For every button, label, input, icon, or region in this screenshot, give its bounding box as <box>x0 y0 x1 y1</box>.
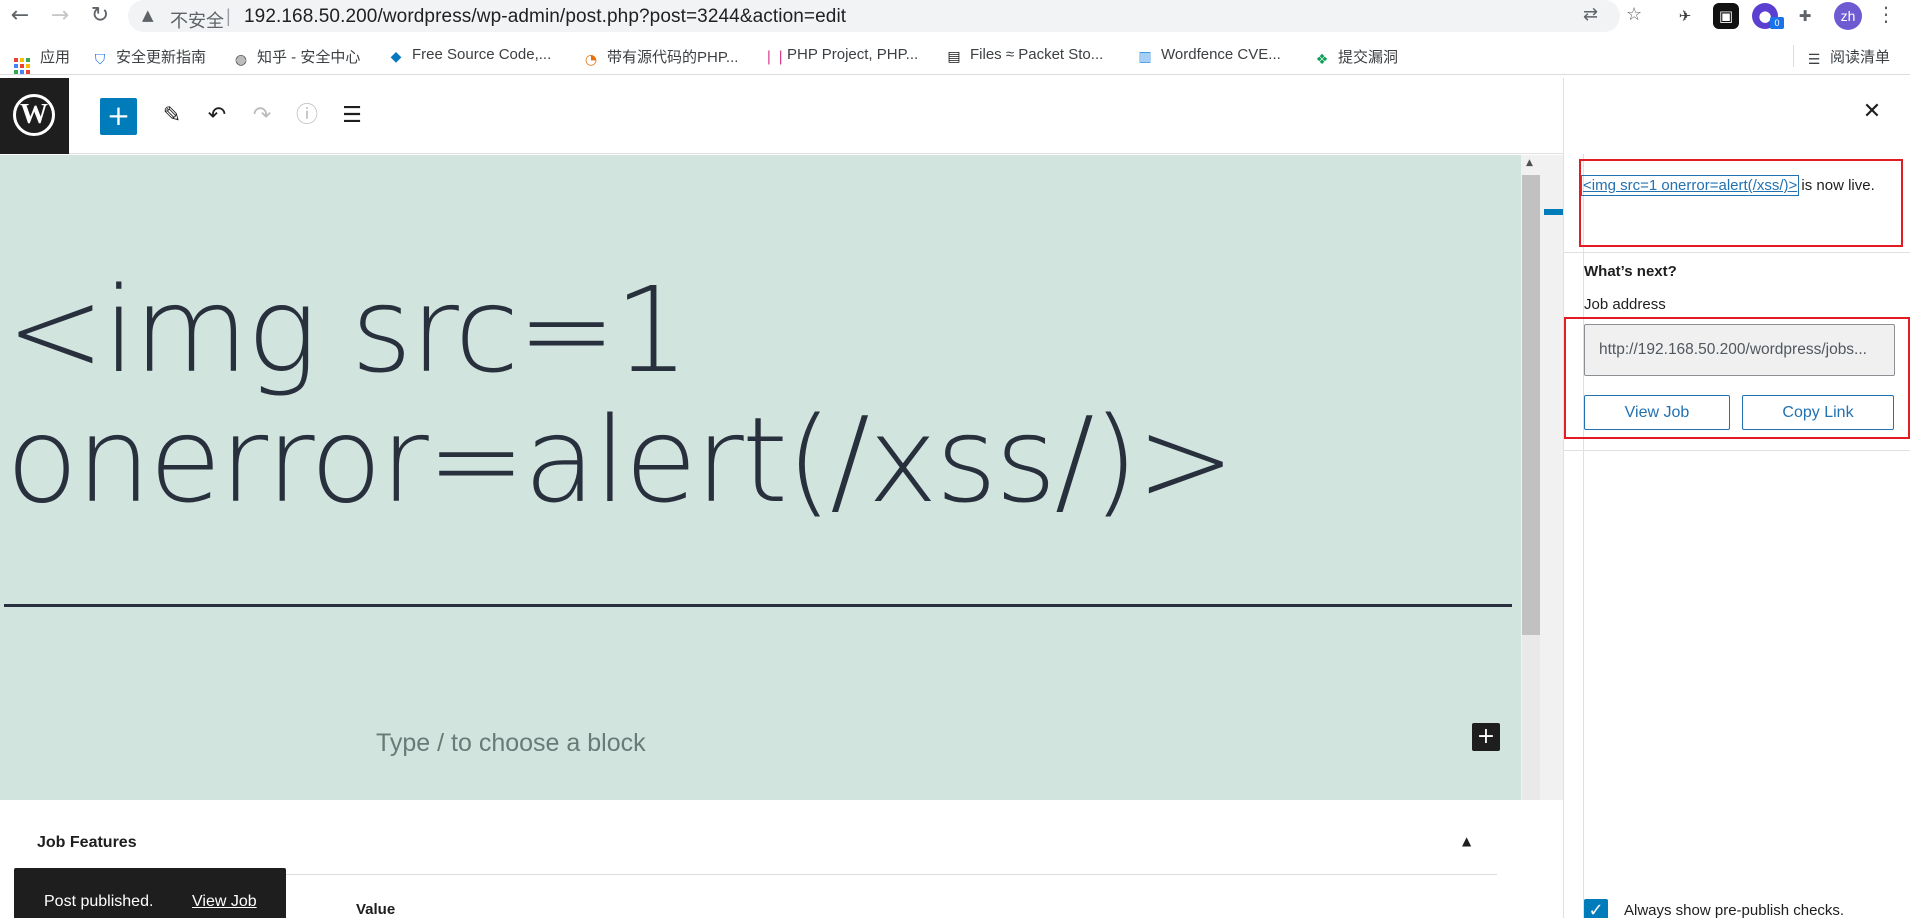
address-bar[interactable]: ▲ 不安全 | 192.168.50.200/wordpress/wp-admi… <box>128 0 1620 32</box>
snackbar-view-job-link[interactable]: View Job <box>192 893 257 911</box>
reading-list[interactable]: ☰ 阅读清单 <box>1806 46 1890 68</box>
undo-icon[interactable]: ↶ <box>202 101 232 131</box>
prepublish-checkbox[interactable]: ✓ <box>1584 899 1608 918</box>
insecure-label[interactable]: 不安全 <box>170 7 224 33</box>
scroll-up-arrow-icon[interactable]: ▲ <box>1526 158 1533 168</box>
extension-badge: 0 <box>1770 17 1784 29</box>
job-address-label: Job address <box>1584 296 1666 313</box>
annotation-box-live-notice <box>1579 159 1903 247</box>
redo-icon[interactable]: ↷ <box>247 101 277 131</box>
bookmarks-divider <box>1793 45 1794 67</box>
add-block-button[interactable]: + <box>100 98 137 135</box>
sidebar-divider-bottom <box>1564 450 1910 451</box>
editor-toolbar: W + ✎ ↶ ↷ ⓘ ☰ <box>0 78 1563 154</box>
more-menu-icon[interactable]: ⋮ <box>1876 2 1896 26</box>
wordpress-logo[interactable]: W <box>0 78 69 154</box>
title-separator <box>4 604 1512 607</box>
translate-icon[interactable]: ⇄ <box>1583 4 1598 25</box>
bookmarks-bar: 应用 ⛉ 安全更新指南 ◍ 知乎 - 安全中心 ◆ Free Source Code,… <box>0 37 1910 75</box>
inline-add-block-icon[interactable]: + <box>1472 723 1500 751</box>
reading-list-icon: ☰ <box>1807 52 1821 68</box>
bookmark-submit-vuln[interactable]: ❖ 提交漏洞 <box>1314 46 1398 68</box>
collapse-arrow-icon[interactable]: ▲ <box>1462 834 1471 848</box>
forward-arrow-icon[interactable]: → <box>46 2 74 30</box>
bookmark-zhihu[interactable]: ◍ 知乎 - 安全中心 <box>233 46 360 68</box>
list-view-icon[interactable]: ☰ <box>337 101 367 131</box>
post-title[interactable]: <img src=1 onerror=alert(/xss/)> <box>6 261 1235 529</box>
apps-grid-icon <box>14 58 30 74</box>
close-icon[interactable]: ✕ <box>1860 100 1884 124</box>
submit-icon: ❖ <box>1315 52 1329 68</box>
bookmark-wordfence[interactable]: ▥ Wordfence CVE... <box>1137 46 1280 66</box>
info-icon[interactable]: ⓘ <box>292 101 322 131</box>
sidebar-divider-top <box>1564 252 1910 253</box>
url-text[interactable]: 192.168.50.200/wordpress/wp-admin/post.p… <box>244 6 846 28</box>
value-column-header: Value <box>356 901 396 918</box>
extension-dark-icon[interactable]: ▣ <box>1713 3 1739 29</box>
wordpress-w-icon: W <box>13 94 55 136</box>
bookmark-php-project[interactable]: ❘❘PHP Project, PHP... <box>763 46 918 66</box>
post-title-line-1: <img src=1 <box>6 261 689 399</box>
whats-next-heading: What’s next? <box>1584 263 1677 280</box>
metabox-title[interactable]: Job Features <box>37 834 137 852</box>
settings-sidebar-edge <box>1564 154 1584 918</box>
reload-icon[interactable]: ↻ <box>86 2 114 30</box>
pie-icon: ◔ <box>584 52 598 68</box>
bookmark-packet-storm[interactable]: ▤ Files ≈ Packet Sto... <box>946 46 1103 66</box>
browser-toolbar: ← → ↻ ▲ 不安全 | 192.168.50.200/wordpress/w… <box>0 0 1910 33</box>
globe-icon: ◍ <box>234 52 248 68</box>
omnibox-separator: | <box>226 6 231 26</box>
bookmark-apps[interactable]: 应用 <box>14 46 70 74</box>
post-title-line-2: onerror=alert(/xss/)> <box>6 391 1235 529</box>
extension-bird-icon[interactable]: ✈ <box>1672 3 1698 29</box>
warning-icon[interactable]: ▲ <box>142 6 154 24</box>
snackbar-notice: Post published. View Job <box>14 868 286 918</box>
profile-avatar[interactable]: zh <box>1834 2 1862 30</box>
bookmark-free-source-code[interactable]: ◆ Free Source Code,... <box>388 46 552 66</box>
edit-pencil-icon[interactable]: ✎ <box>157 101 187 131</box>
back-arrow-icon[interactable]: ← <box>6 2 34 30</box>
books-icon: ❘❘ <box>763 49 787 65</box>
block-placeholder[interactable]: Type / to choose a block <box>376 729 646 758</box>
ps-icon: ▤ <box>947 49 961 65</box>
bookmark-star-icon[interactable]: ☆ <box>1626 4 1642 25</box>
bookmark-php-source[interactable]: ◔ 带有源代码的PHP... <box>583 46 739 68</box>
scrollbar-thumb[interactable] <box>1522 175 1540 635</box>
drupal-icon: ◆ <box>390 49 402 65</box>
scrollbar-lower-track <box>1522 635 1540 800</box>
bookmark-security-guide[interactable]: ⛉ 安全更新指南 <box>92 46 206 68</box>
annotation-box-job-address <box>1564 317 1910 439</box>
snackbar-text: Post published. <box>44 893 154 910</box>
editor-canvas[interactable]: <img src=1 onerror=alert(/xss/)> Type / … <box>0 155 1521 800</box>
shield-icon: ⛉ <box>94 52 106 68</box>
prepublish-checkbox-label[interactable]: Always show pre-publish checks. <box>1624 902 1844 918</box>
wordfence-icon: ▥ <box>1138 49 1152 65</box>
puzzle-icon[interactable]: ✚ <box>1792 3 1818 29</box>
sidebar-tab-indicator <box>1544 209 1563 215</box>
